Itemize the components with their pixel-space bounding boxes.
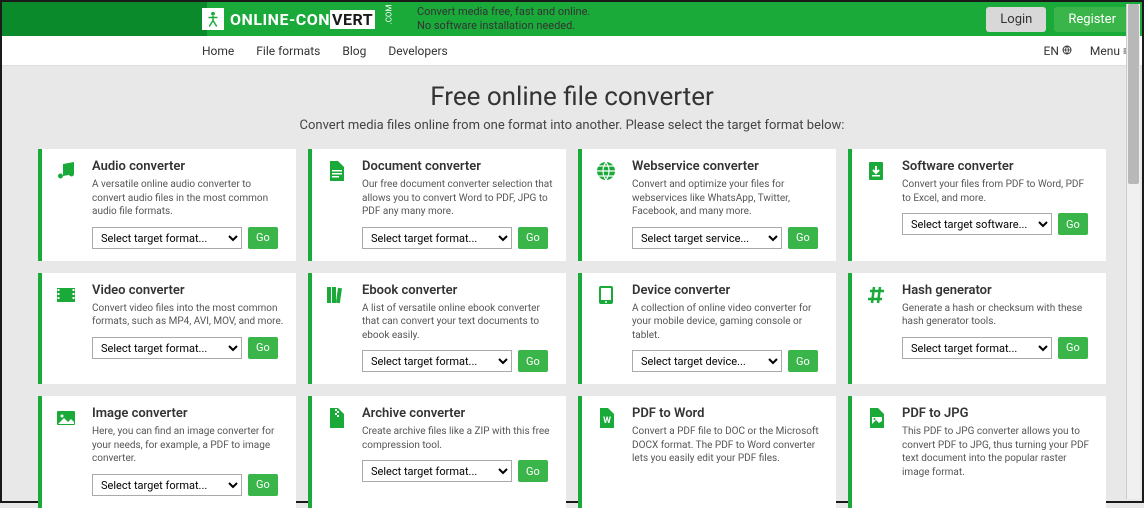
card-desc: Convert your files from PDF to Word, PDF… xyxy=(902,178,1094,205)
go-button-archive[interactable]: Go xyxy=(518,460,548,482)
card-desc: Convert and optimize your files for webs… xyxy=(632,178,824,219)
nav-developers[interactable]: Developers xyxy=(388,44,447,58)
card-title: Video converter xyxy=(92,283,284,298)
card-desc: Our free document converter selection th… xyxy=(362,178,554,219)
select-software[interactable]: Select target software... xyxy=(902,213,1052,235)
select-device[interactable]: Select target device... xyxy=(632,350,782,372)
download-icon xyxy=(864,159,892,249)
card-desc: Create archive files like a ZIP with thi… xyxy=(362,425,554,452)
card-desc: A list of versatile online ebook convert… xyxy=(362,302,554,343)
card-pdfword: W PDF to Word Convert a PDF file to DOC or… xyxy=(578,396,836,508)
top-bar: ONLINE-CONVERT .COM Convert media free, … xyxy=(2,2,1142,36)
zip-icon xyxy=(324,406,352,496)
card-ebook: Ebook converter A list of versatile onlin… xyxy=(308,273,566,385)
scrollbar-thumb[interactable] xyxy=(1128,4,1139,184)
card-hash: Hash generator Generate a hash or checksu… xyxy=(848,273,1106,385)
go-button-audio[interactable]: Go xyxy=(248,227,278,249)
go-button-ebook[interactable]: Go xyxy=(518,350,548,372)
globe-icon xyxy=(594,159,622,249)
card-document: Document converter Our free document conv… xyxy=(308,149,566,261)
svg-text:W: W xyxy=(603,416,611,426)
card-image: Image converter Here, you can find an ima… xyxy=(38,396,296,508)
page-title: Free online file converter xyxy=(2,82,1142,112)
go-button-device[interactable]: Go xyxy=(788,350,818,372)
card-title: Document converter xyxy=(362,159,554,174)
card-desc: Generate a hash or checksum with these h… xyxy=(902,302,1094,329)
go-button-software[interactable]: Go xyxy=(1058,213,1088,235)
file-icon xyxy=(324,159,352,249)
card-pdfjpg: PDF to JPG This PDF to JPG converter allo… xyxy=(848,396,1106,508)
card-webservice: Webservice converter Convert and optimize… xyxy=(578,149,836,261)
language-selector[interactable]: EN xyxy=(1044,44,1072,58)
hash-icon xyxy=(864,283,892,373)
globe-icon xyxy=(1062,45,1072,55)
books-icon xyxy=(324,283,352,373)
card-audio: Audio converter A versatile online audio … xyxy=(38,149,296,261)
card-title: Hash generator xyxy=(902,283,1094,298)
converter-grid: Audio converter A versatile online audio … xyxy=(2,149,1142,508)
select-hash[interactable]: Select target format... xyxy=(902,337,1052,359)
card-desc: Here, you can find an image converter fo… xyxy=(92,425,284,466)
card-software: Software converter Convert your files fro… xyxy=(848,149,1106,261)
login-button[interactable]: Login xyxy=(986,7,1046,32)
card-title: Webservice converter xyxy=(632,159,824,174)
jpg-icon xyxy=(864,406,892,496)
card-desc: A collection of online video converter f… xyxy=(632,302,824,343)
card-desc: This PDF to JPG converter allows you to … xyxy=(902,425,1094,479)
card-desc: Convert a PDF file to DOC or the Microso… xyxy=(632,425,824,466)
go-button-document[interactable]: Go xyxy=(518,227,548,249)
logo-icon xyxy=(202,8,224,30)
nav-file-formats[interactable]: File formats xyxy=(256,44,320,58)
card-desc: Convert video files into the most common… xyxy=(92,302,284,329)
card-title: Software converter xyxy=(902,159,1094,174)
register-button[interactable]: Register xyxy=(1054,7,1130,32)
select-video[interactable]: Select target format... xyxy=(92,337,242,359)
select-audio[interactable]: Select target format... xyxy=(92,227,242,249)
card-video: Video converter Convert video files into … xyxy=(38,273,296,385)
picture-icon xyxy=(54,406,82,496)
card-device: Device converter A collection of online v… xyxy=(578,273,836,385)
select-ebook[interactable]: Select target format... xyxy=(362,350,512,372)
card-title: Device converter xyxy=(632,283,824,298)
select-webservice[interactable]: Select target service... xyxy=(632,227,782,249)
nav-bar: Home File formats Blog Developers EN Men… xyxy=(2,36,1142,66)
card-title: Image converter xyxy=(92,406,284,421)
tablet-icon xyxy=(594,283,622,373)
card-title: PDF to JPG xyxy=(902,406,1094,421)
go-button-video[interactable]: Go xyxy=(248,337,278,359)
go-button-image[interactable]: Go xyxy=(248,474,278,496)
tagline: Convert media free, fast and online. No … xyxy=(417,5,590,34)
logo-text: ONLINE-CONVERT xyxy=(230,10,375,29)
menu-toggle[interactable]: Menu ≡ xyxy=(1090,44,1130,58)
card-archive: Archive converter Create archive files li… xyxy=(308,396,566,508)
nav-blog[interactable]: Blog xyxy=(342,44,366,58)
select-document[interactable]: Select target format... xyxy=(362,227,512,249)
select-archive[interactable]: Select target format... xyxy=(362,460,512,482)
go-button-webservice[interactable]: Go xyxy=(788,227,818,249)
page-subtitle: Convert media files online from one form… xyxy=(2,118,1142,133)
logo[interactable]: ONLINE-CONVERT .COM xyxy=(202,8,399,30)
card-title: Ebook converter xyxy=(362,283,554,298)
select-image[interactable]: Select target format... xyxy=(92,474,242,496)
card-title: Audio converter xyxy=(92,159,284,174)
scrollbar[interactable] xyxy=(1126,4,1140,499)
go-button-hash[interactable]: Go xyxy=(1058,337,1088,359)
film-icon xyxy=(54,283,82,373)
card-desc: A versatile online audio converter to co… xyxy=(92,178,284,219)
nav-home[interactable]: Home xyxy=(202,44,234,58)
music-icon xyxy=(54,159,82,249)
card-title: PDF to Word xyxy=(632,406,824,421)
logo-suffix: .COM xyxy=(385,5,394,25)
card-title: Archive converter xyxy=(362,406,554,421)
word-icon: W xyxy=(594,406,622,496)
